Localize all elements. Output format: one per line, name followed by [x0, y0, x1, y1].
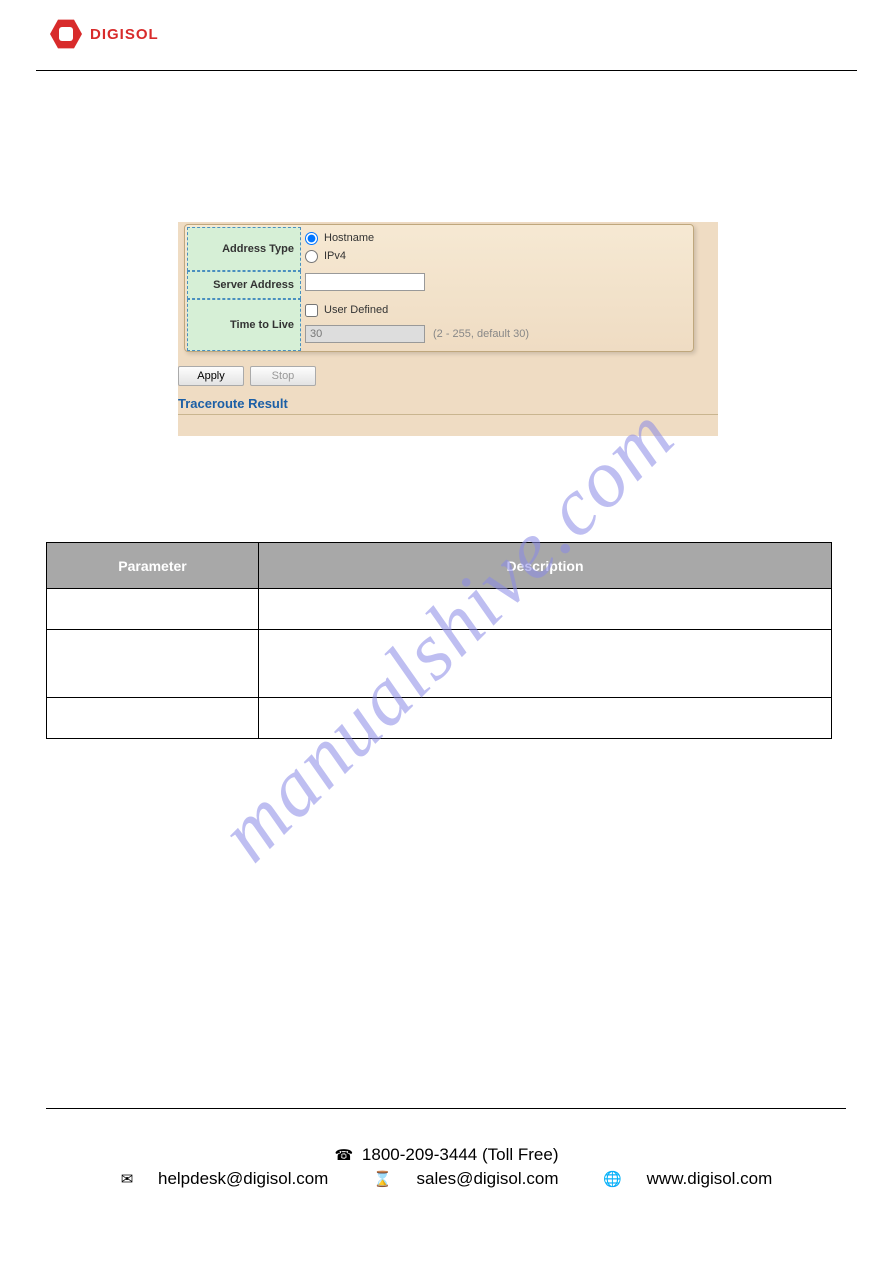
apply-button[interactable]: Apply	[178, 366, 244, 386]
cell-desc: This is type of the server address, whic…	[259, 589, 832, 630]
radio-ipv4-label: IPv4	[324, 250, 346, 262]
cell-desc: Set the time-to-live field in the IP hea…	[259, 698, 832, 739]
result-rule	[178, 414, 718, 415]
figure-caption: Figure 113 - Management > Traceroute	[364, 460, 607, 476]
brand-logo: DIGISOL	[50, 18, 159, 50]
traceroute-result-header: Traceroute Result	[178, 396, 288, 411]
table-row: Server Address This is address of the se…	[47, 630, 832, 698]
ttl-input[interactable]	[305, 325, 425, 343]
server-address-input[interactable]	[305, 273, 425, 291]
logo-icon	[50, 18, 82, 50]
radio-ipv4[interactable]	[305, 250, 318, 263]
th-parameter: Parameter	[47, 543, 259, 589]
table-row: Address Type This is type of the server …	[47, 589, 832, 630]
footer-helpdesk: helpdesk@digisol.com	[158, 1169, 328, 1188]
footer: ☎ 1800-209-3444 (Toll Free) ✉ helpdesk@d…	[0, 1145, 893, 1189]
label-address-type: Address Type	[187, 227, 301, 271]
radio-hostname[interactable]	[305, 232, 318, 245]
globe-icon: 🌐	[603, 1171, 622, 1188]
footer-web: www.digisol.com	[647, 1169, 773, 1188]
user-defined-label: User Defined	[324, 304, 388, 316]
radio-hostname-label: Hostname	[324, 232, 374, 244]
stop-button[interactable]: Stop	[250, 366, 316, 386]
traceroute-screenshot: Address Type Server Address Time to Live…	[178, 222, 718, 436]
intro-text: The following table describes the labels…	[46, 502, 381, 518]
footer-sales: sales@digisol.com	[417, 1169, 559, 1188]
page-number: 111	[815, 52, 833, 66]
brand-text: DIGISOL	[90, 26, 159, 43]
parameters-table: Parameter Description Address Type This …	[46, 542, 832, 739]
phone-icon: ☎	[335, 1147, 354, 1164]
label-time-to-live: Time to Live	[187, 299, 301, 351]
traceroute-form: Address Type Server Address Time to Live…	[184, 224, 694, 352]
cell-param: Server Address	[47, 630, 259, 698]
table-row: Time to Live Set the time-to-live field …	[47, 698, 832, 739]
manual-title: DG-GS1528HP/DG-GS1552HP User Manual	[300, 54, 520, 66]
th-description: Description	[259, 543, 832, 589]
cell-param: Time to Live	[47, 698, 259, 739]
mail-icon: ✉	[121, 1171, 134, 1188]
footer-phone: 1800-209-3444 (Toll Free)	[362, 1145, 559, 1164]
user-defined-checkbox[interactable]	[305, 304, 318, 317]
footer-rule	[46, 1108, 846, 1109]
header-rule	[36, 70, 857, 71]
ttl-hint: (2 - 255, default 30)	[433, 328, 529, 340]
label-server-address: Server Address	[187, 271, 301, 299]
cell-param: Address Type	[47, 589, 259, 630]
hourglass-icon: ⌛	[373, 1171, 392, 1188]
cell-desc: This is address of the server or host. I…	[259, 630, 832, 698]
